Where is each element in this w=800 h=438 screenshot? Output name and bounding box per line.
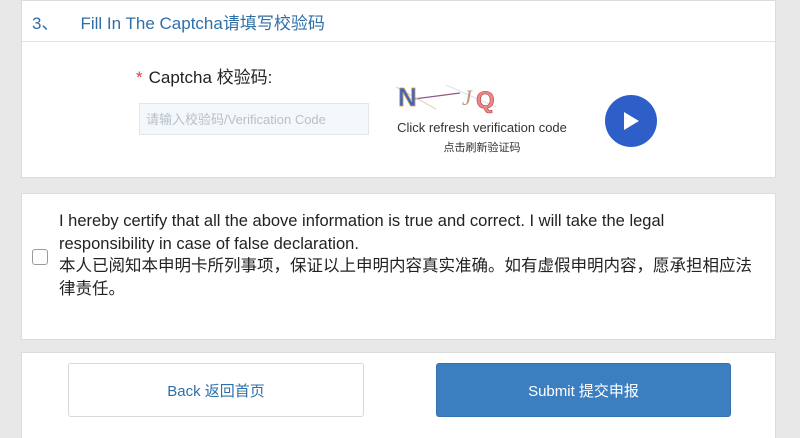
captcha-label: * Captcha 校验码: [136,63,272,88]
declaration-checkbox[interactable] [32,249,48,265]
captcha-image[interactable]: N J Q [376,79,504,115]
captcha-char-3: Q [476,87,495,114]
declaration-text: I hereby certify that all the above info… [59,210,764,300]
captcha-char-2: J [462,85,473,110]
section-number: 3、 [32,13,59,33]
captcha-input[interactable] [139,103,369,135]
section-title: Fill In The Captcha请填写校验码 [80,13,325,33]
declaration-text-zh: 本人已阅知本申明卡所列事项，保证以上申明内容真实准确。如有虚假申明内容，愿承担相… [59,257,752,298]
play-icon [624,112,639,130]
actions-panel: Back 返回首页 Submit 提交申报 [21,352,776,438]
submit-button[interactable]: Submit 提交申报 [436,363,731,417]
declaration-panel: I hereby certify that all the above info… [21,193,776,340]
refresh-captcha-link[interactable]: Click refresh verification code 点击刷新验证码 [382,120,582,155]
captcha-panel: 3、 Fill In The Captcha请填写校验码 * Captcha 校验… [21,0,776,178]
section-header: 3、 Fill In The Captcha请填写校验码 [22,1,775,42]
captcha-char-1: N [398,82,417,112]
refresh-text-zh: 点击刷新验证码 [443,142,521,154]
back-button[interactable]: Back 返回首页 [68,363,364,417]
refresh-text-en: Click refresh verification code [397,120,567,135]
captcha-label-text: Captcha 校验码: [148,68,273,87]
declaration-text-en: I hereby certify that all the above info… [59,212,665,253]
required-mark: * [136,68,143,87]
play-audio-button[interactable] [605,95,657,147]
